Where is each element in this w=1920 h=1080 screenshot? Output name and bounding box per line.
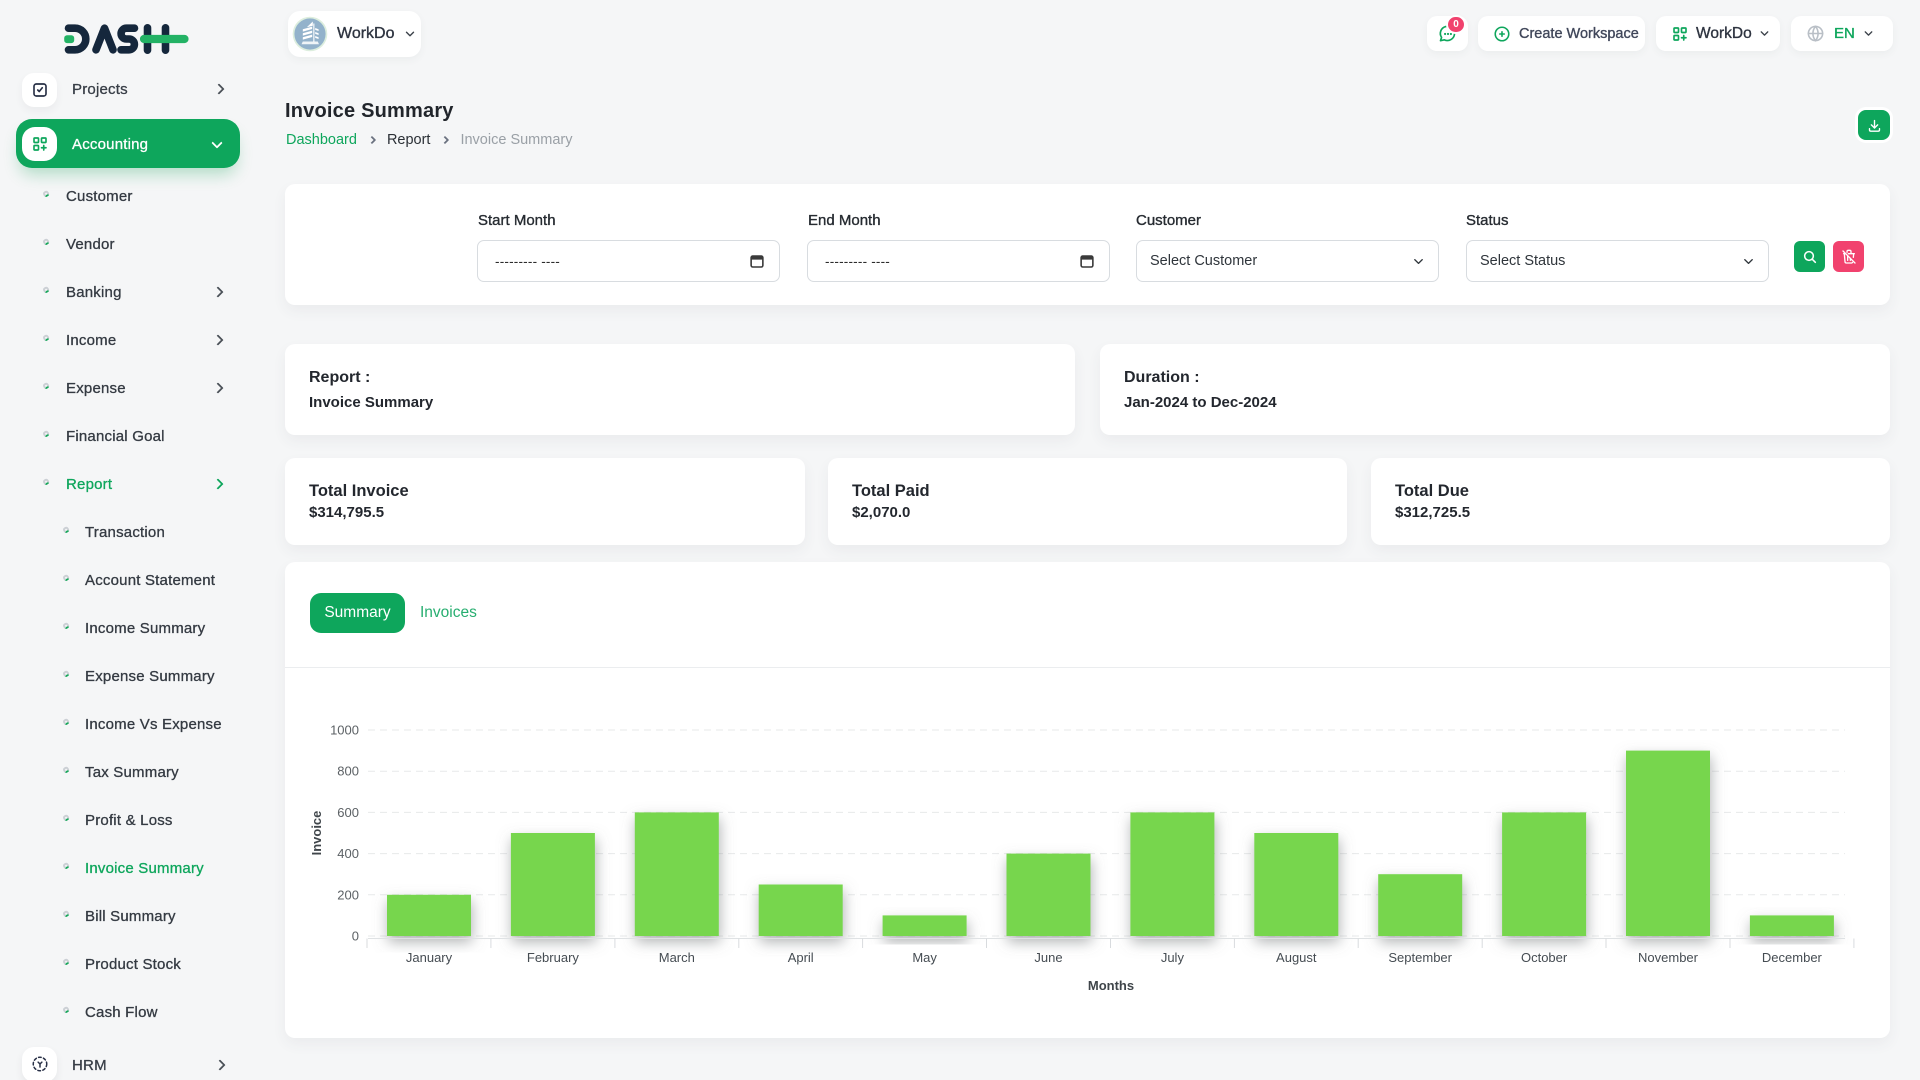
- svg-text:0: 0: [352, 929, 359, 944]
- svg-text:October: October: [1521, 950, 1568, 965]
- svg-text:January: January: [406, 950, 453, 965]
- svg-text:June: June: [1034, 950, 1062, 965]
- svg-text:Months: Months: [1088, 978, 1134, 993]
- svg-text:400: 400: [337, 846, 359, 861]
- svg-text:July: July: [1161, 950, 1185, 965]
- svg-text:200: 200: [337, 887, 359, 902]
- svg-text:March: March: [659, 950, 695, 965]
- svg-text:December: December: [1762, 950, 1823, 965]
- svg-text:May: May: [912, 950, 937, 965]
- svg-text:November: November: [1638, 950, 1699, 965]
- svg-text:February: February: [527, 950, 580, 965]
- svg-text:600: 600: [337, 805, 359, 820]
- svg-text:1000: 1000: [330, 723, 359, 738]
- svg-text:August: August: [1276, 950, 1317, 965]
- svg-text:April: April: [788, 950, 814, 965]
- svg-text:800: 800: [337, 764, 359, 779]
- svg-text:September: September: [1388, 950, 1452, 965]
- svg-text:Invoice: Invoice: [309, 811, 324, 856]
